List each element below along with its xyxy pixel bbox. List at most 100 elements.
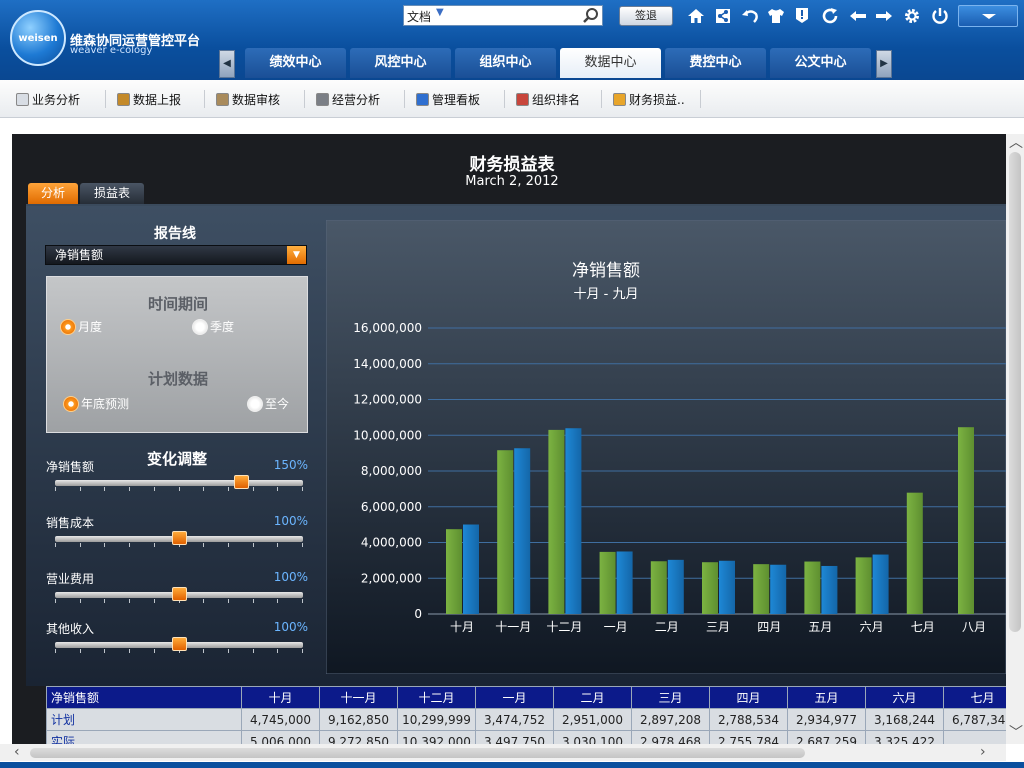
bar-actual[interactable] bbox=[463, 524, 479, 614]
radio-circle[interactable] bbox=[192, 318, 208, 335]
radio-quarterly[interactable]: 季度 bbox=[192, 318, 234, 335]
bar-plan[interactable] bbox=[446, 529, 462, 614]
bar-plan[interactable] bbox=[599, 551, 616, 614]
gear-icon[interactable] bbox=[902, 6, 922, 26]
bar-plan[interactable] bbox=[906, 492, 923, 614]
nav-tab-3[interactable]: 数据中心 bbox=[560, 48, 661, 78]
alert-icon[interactable] bbox=[792, 6, 812, 26]
chart-subtitle: 十月 - 九月 bbox=[574, 287, 639, 302]
forward-arrow-icon[interactable] bbox=[874, 6, 894, 26]
slider-thumb[interactable] bbox=[234, 475, 249, 489]
slider-tick bbox=[55, 487, 56, 491]
dropdown-arrow-icon[interactable]: ▼ bbox=[287, 246, 306, 264]
caret-down-icon[interactable]: ▼ bbox=[436, 7, 444, 18]
report-line-select[interactable]: 净销售额 ▼ bbox=[45, 245, 307, 265]
home-icon[interactable] bbox=[686, 6, 706, 26]
table-header-cell: 一月 bbox=[475, 686, 554, 709]
bar-plan[interactable] bbox=[497, 450, 514, 614]
toolbar-item-5[interactable]: 组织排名 bbox=[516, 91, 580, 108]
table-cell: 2,978,468 bbox=[631, 730, 710, 744]
vertical-scrollbar[interactable]: ︿ ﹀ bbox=[1006, 134, 1024, 744]
brand-logo[interactable]: weisen bbox=[10, 10, 66, 66]
radio-label: 月度 bbox=[78, 320, 103, 334]
signout-button[interactable]: 签退 bbox=[619, 6, 673, 26]
folder-icon bbox=[117, 93, 130, 106]
bar-plan[interactable] bbox=[650, 561, 667, 614]
table-cell bbox=[943, 730, 1006, 744]
bar-actual[interactable] bbox=[667, 559, 684, 614]
x-tick-label: 七月 bbox=[911, 620, 935, 634]
radio-circle[interactable] bbox=[247, 395, 263, 412]
slider-percent: 100% bbox=[273, 620, 308, 634]
horizontal-scrollbar[interactable]: ‹ › bbox=[0, 744, 1006, 761]
nav-tab-2[interactable]: 组织中心 bbox=[455, 48, 556, 78]
nav-scroll-right[interactable]: ▶ bbox=[876, 50, 892, 78]
scroll-down-icon[interactable]: ﹀ bbox=[1009, 726, 1023, 740]
slider-track[interactable] bbox=[55, 587, 303, 603]
bar-plan[interactable] bbox=[702, 562, 718, 614]
bar-plan[interactable] bbox=[855, 557, 872, 614]
undo-icon[interactable] bbox=[740, 6, 760, 26]
scroll-up-icon[interactable]: ︿ bbox=[1009, 136, 1023, 150]
slider-track[interactable] bbox=[55, 475, 303, 491]
toolbar-item-3[interactable]: 经营分析 bbox=[316, 91, 380, 108]
bar-actual[interactable] bbox=[565, 428, 582, 614]
bar-actual[interactable] bbox=[616, 551, 633, 614]
scroll-right-icon[interactable]: › bbox=[980, 745, 986, 759]
bar-actual[interactable] bbox=[770, 564, 787, 614]
power-icon[interactable] bbox=[930, 6, 950, 26]
toolbar-item-6[interactable]: 财务损益.. bbox=[613, 91, 685, 108]
dash-tab-0[interactable]: 分析 bbox=[28, 183, 78, 204]
pencil-icon bbox=[613, 93, 626, 106]
bar-actual[interactable] bbox=[872, 554, 889, 614]
search-scope-select[interactable]: 文档 bbox=[407, 8, 431, 25]
horizontal-scroll-thumb[interactable] bbox=[30, 748, 805, 758]
bar-actual[interactable] bbox=[719, 560, 735, 614]
bar-actual[interactable] bbox=[821, 565, 838, 614]
share-icon[interactable] bbox=[713, 6, 733, 26]
slider-thumb[interactable] bbox=[172, 637, 187, 651]
table-cell: 10,392,000 bbox=[397, 730, 476, 744]
shirt-icon[interactable] bbox=[766, 6, 786, 26]
nav-tab-4[interactable]: 费控中心 bbox=[665, 48, 766, 78]
slider-thumb[interactable] bbox=[172, 587, 187, 601]
toolbar-item-2[interactable]: 数据审核 bbox=[216, 91, 280, 108]
search-icon[interactable] bbox=[582, 7, 599, 24]
slider-tick bbox=[252, 599, 254, 603]
x-tick-label: 一月 bbox=[604, 620, 628, 634]
radio-to-date[interactable]: 至今 bbox=[247, 395, 289, 412]
nav-tab-0[interactable]: 绩效中心 bbox=[245, 48, 346, 78]
radio-circle[interactable] bbox=[60, 318, 76, 335]
bar-plan[interactable] bbox=[548, 429, 565, 614]
p-icon bbox=[416, 93, 429, 106]
slider-thumb[interactable] bbox=[172, 531, 187, 545]
bar-plan[interactable] bbox=[753, 564, 770, 614]
toolbar-item-0[interactable]: 业务分析 bbox=[16, 91, 80, 108]
nav-scroll-left[interactable]: ◀ bbox=[219, 50, 235, 78]
toolbar-separator bbox=[304, 90, 305, 108]
slider-track[interactable] bbox=[55, 531, 303, 547]
slider-tick bbox=[277, 649, 279, 653]
slider-tick bbox=[203, 649, 205, 653]
back-arrow-icon[interactable] bbox=[848, 6, 868, 26]
radio-year-end-forecast[interactable]: 年底预测 bbox=[63, 395, 129, 412]
search-box[interactable]: 文档 ▼ bbox=[403, 5, 603, 26]
toolbar-item-4[interactable]: 管理看板 bbox=[416, 91, 480, 108]
vertical-scroll-thumb[interactable] bbox=[1009, 152, 1021, 632]
nav-tab-1[interactable]: 风控中心 bbox=[350, 48, 451, 78]
top-header: weisen 维森协同运营管控平台 weaver e-cology 文档 ▼ 签… bbox=[0, 0, 1024, 80]
dash-tab-1[interactable]: 损益表 bbox=[80, 183, 144, 204]
refresh-icon[interactable] bbox=[820, 6, 840, 26]
nav-tab-5[interactable]: 公文中心 bbox=[770, 48, 871, 78]
report-date: March 2, 2012 bbox=[465, 174, 559, 189]
table-header-cell: 六月 bbox=[865, 686, 944, 709]
bar-plan[interactable] bbox=[958, 427, 974, 614]
bar-actual[interactable] bbox=[514, 448, 531, 614]
radio-monthly[interactable]: 月度 bbox=[60, 318, 102, 335]
scroll-left-icon[interactable]: ‹ bbox=[14, 745, 20, 759]
radio-circle[interactable] bbox=[63, 395, 79, 412]
menu-dropdown-button[interactable] bbox=[958, 5, 1018, 27]
bar-plan[interactable] bbox=[804, 561, 821, 614]
slider-track[interactable] bbox=[55, 637, 303, 653]
toolbar-item-1[interactable]: 数据上报 bbox=[117, 91, 181, 108]
